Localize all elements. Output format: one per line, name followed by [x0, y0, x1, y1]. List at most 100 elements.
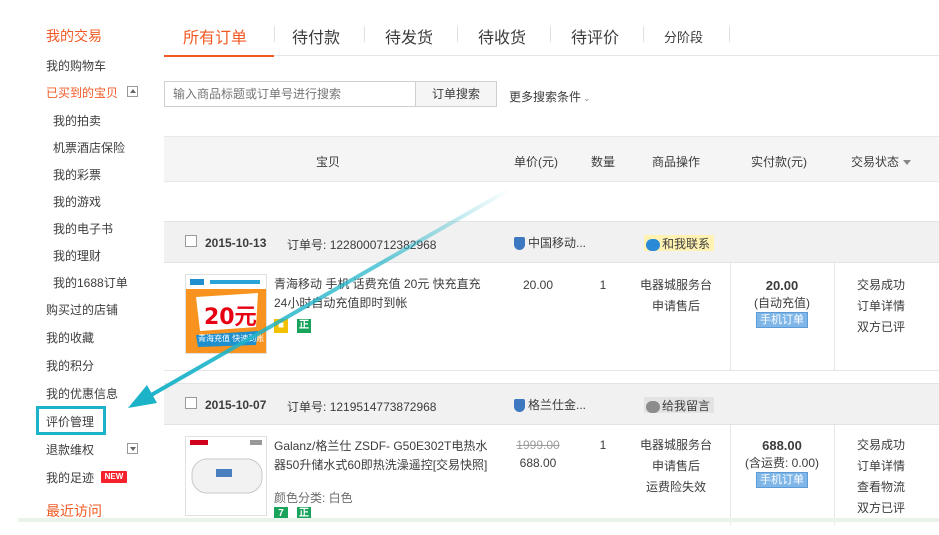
service-desk-link[interactable]: 电器城服务台: [630, 435, 722, 456]
order-row: 20元 青海充值 快速到账 青海移动 手机 话费充值 20元 快充直充 24小时…: [164, 263, 939, 371]
review-status: 双方已评: [856, 320, 905, 334]
after-sales-link[interactable]: 申请售后: [630, 456, 722, 477]
tab-divider: [274, 26, 275, 42]
order-table-header: 宝贝 单价(元) 数量 商品操作 实付款(元) 交易状态: [164, 136, 939, 182]
column-header-paid: 实付款(元): [751, 155, 807, 169]
sidebar-subitem[interactable]: 我的彩票: [53, 166, 101, 183]
annotation-highlight-box: [36, 406, 106, 435]
sidebar-item-coupons[interactable]: 我的优惠信息: [46, 385, 118, 402]
order-search-input[interactable]: [164, 81, 416, 107]
tab-all-orders[interactable]: 所有订单: [183, 24, 247, 48]
order-search-button[interactable]: 订单搜索: [415, 81, 497, 107]
order-date: 2015-10-13: [205, 236, 267, 250]
tab-divider: [364, 26, 365, 42]
mobile-order-tag: 手机订单: [732, 469, 832, 490]
order-number-label: 订单号:: [287, 238, 327, 252]
column-header-price: 单价(元): [514, 155, 558, 169]
sidebar-subitem[interactable]: 我的拍卖: [53, 112, 101, 129]
service-desk-link[interactable]: 电器城服务台: [630, 275, 722, 296]
page-bottom-strip: [18, 518, 939, 522]
column-divider: [730, 263, 731, 370]
sidebar-subitem[interactable]: 我的1688订单: [53, 274, 128, 291]
tab-installments[interactable]: 分阶段: [664, 27, 703, 46]
order-tabs: 所有订单 待付款 待发货 待收货 待评价 分阶段: [164, 20, 939, 57]
mobile-order-label: 手机订单: [756, 472, 808, 488]
new-badge: NEW: [101, 471, 127, 483]
order-detail-link[interactable]: 订单详情: [836, 456, 926, 477]
order-detail-link[interactable]: 订单详情: [836, 296, 926, 317]
column-header-operations: 商品操作: [652, 155, 701, 169]
collapse-toggle-icon[interactable]: [127, 86, 138, 97]
sidebar-subitem[interactable]: 机票酒店保险: [53, 139, 125, 156]
more-search-conditions[interactable]: 更多搜索条件 ⌄: [509, 88, 591, 105]
unit-price: 688.00: [519, 456, 557, 470]
quantity: 1: [599, 278, 607, 292]
column-divider: [834, 425, 835, 525]
order-number: 订单号: 1219514773872968: [287, 398, 436, 415]
tab-pending-review[interactable]: 待评价: [571, 24, 619, 48]
shop-name: 中国移动...: [528, 236, 587, 250]
column-header-status: 交易状态: [851, 155, 900, 169]
order-header: 2015-10-13 订单号: 1228000712382968 中国移动...…: [164, 221, 939, 263]
sidebar-item-bought[interactable]: 已买到的宝贝: [46, 84, 118, 101]
order-checkbox[interactable]: [185, 397, 197, 409]
shield-icon: [514, 399, 525, 413]
tab-divider: [643, 26, 644, 42]
order-number-value: 1219514773872968: [329, 400, 437, 414]
tab-divider: [550, 26, 551, 42]
water-heater-image: [186, 437, 266, 515]
product-title-link[interactable]: 青海移动 手机 话费充值 20元 快充直充 24小时自动充值即时到帐: [274, 275, 496, 313]
column-header-item: 宝贝: [316, 155, 341, 169]
tab-pending-payment[interactable]: 待付款: [292, 24, 340, 48]
shield-icon: [514, 237, 525, 251]
sidebar-subitem[interactable]: 我的理财: [53, 247, 101, 264]
leave-message-button[interactable]: 给我留言: [644, 397, 715, 413]
order-number: 订单号: 1228000712382968: [287, 236, 436, 253]
tab-pending-shipment[interactable]: 待发货: [385, 24, 433, 48]
unit-price: 20.00: [522, 278, 554, 292]
active-tab-underline: [164, 55, 274, 57]
genuine-badge: 正: [297, 319, 311, 333]
shop-name: 格兰仕金...: [528, 398, 587, 412]
sidebar-subitem[interactable]: 我的电子书: [53, 220, 113, 237]
shop-link[interactable]: 格兰仕金...: [514, 396, 586, 413]
sidebar-item-shops[interactable]: 购买过的店铺: [46, 301, 118, 318]
sidebar-item-points[interactable]: 我的积分: [46, 357, 94, 374]
product-thumbnail[interactable]: [185, 436, 267, 516]
chevron-down-icon: ⌄: [583, 93, 591, 103]
status-filter-dropdown[interactable]: 交易状态: [851, 153, 912, 170]
contact-seller-button[interactable]: 和我联系: [644, 235, 715, 251]
shipping-insurance-status: 运费险失效: [645, 480, 706, 494]
sidebar-item-cart[interactable]: 我的购物车: [46, 57, 106, 74]
column-header-quantity: 数量: [591, 155, 616, 169]
order-number-label: 订单号:: [287, 400, 327, 414]
tab-pending-receipt[interactable]: 待收货: [478, 24, 526, 48]
chat-bubble-icon: [646, 400, 660, 413]
sidebar-item-footprint[interactable]: 我的足迹: [46, 469, 94, 486]
contact-label: 给我留言: [662, 399, 711, 413]
quantity: 1: [599, 438, 607, 452]
order-row: Galanz/格兰仕 ZSDF- G50E302T电热水器50升储水式60即热洗…: [164, 425, 939, 525]
contact-label: 和我联系: [662, 237, 711, 251]
after-sales-link[interactable]: 申请售后: [630, 296, 722, 317]
product-sku: 颜色分类: 白色: [274, 491, 353, 505]
sidebar-subitem[interactable]: 我的游戏: [53, 193, 101, 210]
trade-status: 交易成功: [856, 438, 905, 452]
thumb-caption: 青海充值 快速到账: [198, 334, 265, 343]
view-logistics-link[interactable]: 查看物流: [836, 477, 926, 498]
product-thumbnail[interactable]: 20元 青海充值 快速到账: [185, 274, 267, 354]
mobile-order-tag: 手机订单: [732, 309, 832, 330]
sidebar-item-refund[interactable]: 退款维权: [46, 441, 94, 458]
order-date: 2015-10-07: [205, 398, 267, 412]
review-status: 双方已评: [856, 501, 905, 515]
sidebar-heading-trade: 我的交易: [46, 28, 102, 44]
column-divider: [730, 425, 731, 525]
trade-status: 交易成功: [856, 278, 905, 292]
wangwang-icon[interactable]: ■: [274, 319, 288, 333]
sidebar-item-favorites[interactable]: 我的收藏: [46, 329, 94, 346]
order-checkbox[interactable]: [185, 235, 197, 247]
expand-toggle-icon[interactable]: [127, 443, 138, 454]
order-number-value: 1228000712382968: [329, 238, 437, 252]
shop-link[interactable]: 中国移动...: [514, 234, 586, 251]
product-title-link[interactable]: Galanz/格兰仕 ZSDF- G50E302T电热水器50升储水式60即热洗…: [274, 437, 496, 475]
